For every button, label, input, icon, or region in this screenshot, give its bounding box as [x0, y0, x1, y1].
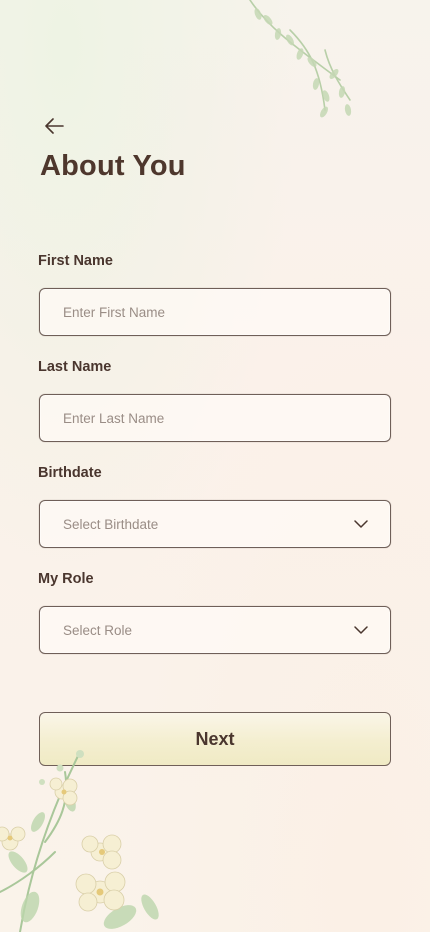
botanical-sprig-decoration [249, 0, 352, 118]
first-name-label: First Name [38, 253, 113, 269]
page-title: About You [40, 150, 186, 182]
first-name-input[interactable] [63, 304, 368, 320]
back-button[interactable] [40, 112, 68, 140]
birthdate-select[interactable]: Select Birthdate [39, 500, 391, 548]
first-name-field[interactable] [39, 288, 391, 336]
birthdate-label: Birthdate [38, 465, 102, 481]
flower-decoration [0, 750, 159, 932]
last-name-input[interactable] [63, 410, 368, 426]
last-name-field[interactable] [39, 394, 391, 442]
role-select-text: Select Role [63, 622, 133, 638]
role-select[interactable]: Select Role [39, 606, 391, 654]
chevron-down-icon [354, 519, 368, 529]
birthdate-select-text: Select Birthdate [63, 516, 159, 532]
arrow-left-icon [45, 118, 64, 134]
role-label: My Role [38, 571, 94, 587]
last-name-label: Last Name [38, 359, 112, 375]
chevron-down-icon [354, 625, 368, 635]
